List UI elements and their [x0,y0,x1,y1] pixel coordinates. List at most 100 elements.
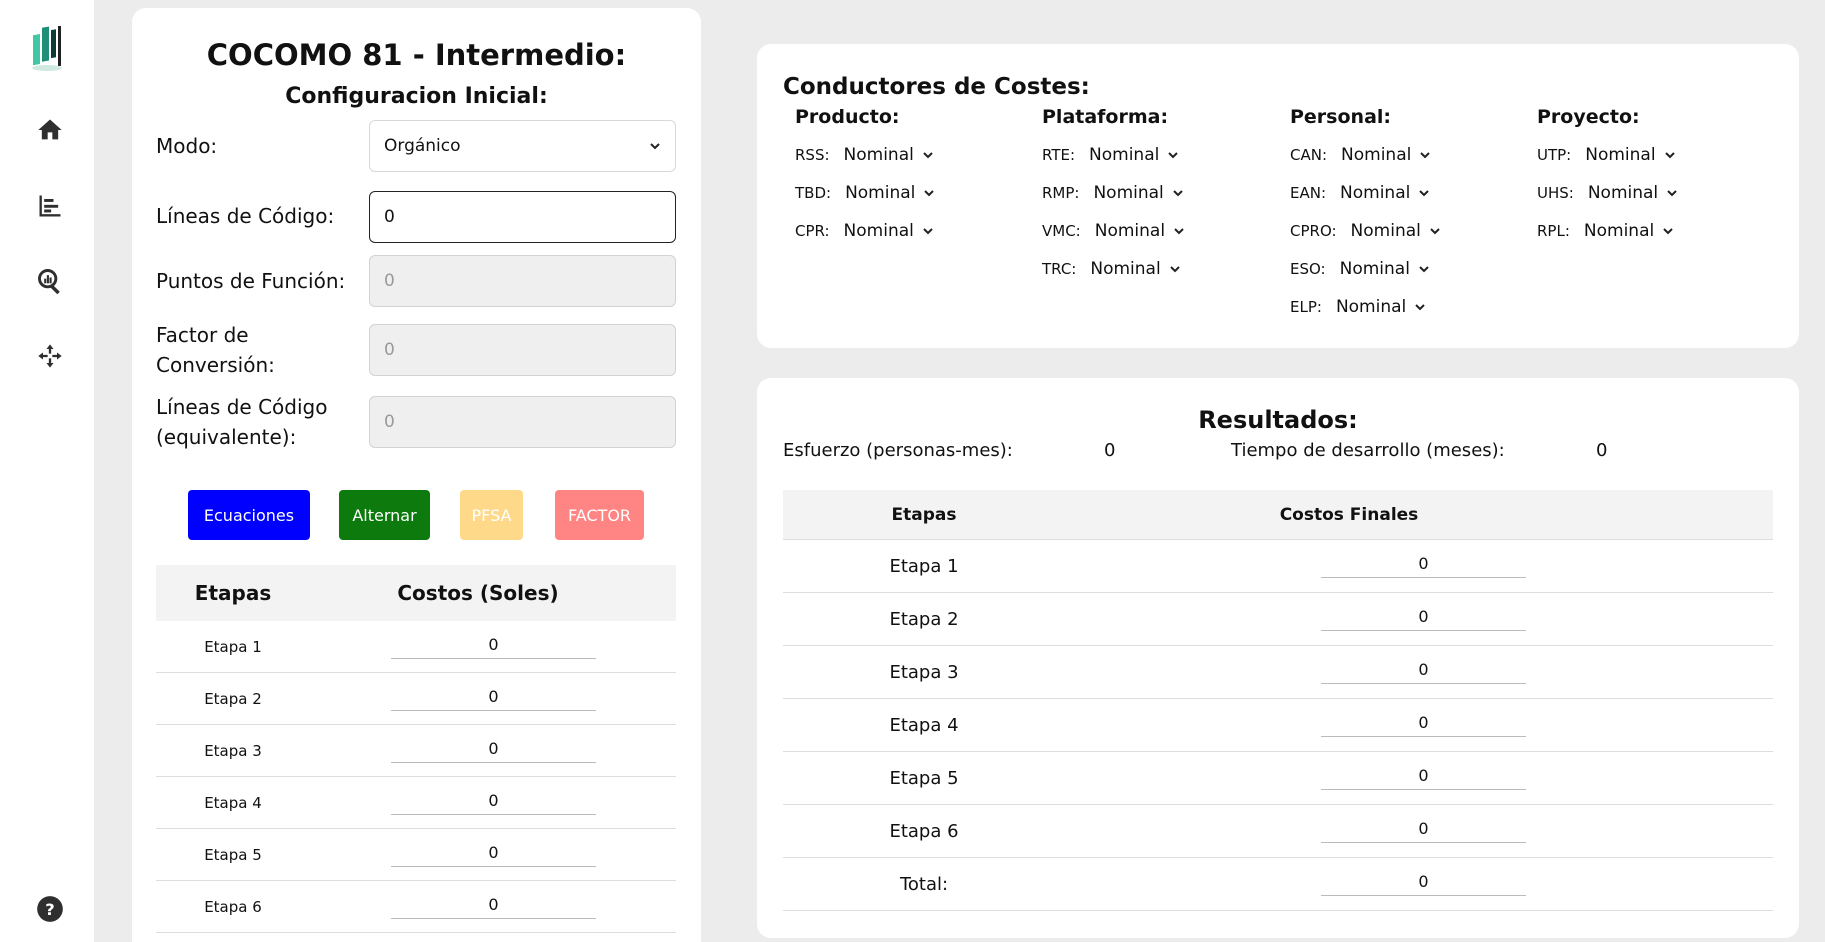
driver-select[interactable]: Nominal [1584,221,1674,241]
chevron-down-icon [1430,228,1440,235]
final-costs-header: Etapas Costos Finales [783,490,1773,540]
chevron-down-icon [923,152,933,159]
chevron-down-icon [1663,228,1673,235]
total-value: 0 [1321,872,1526,896]
table-row: Etapa 20 [783,593,1773,646]
costs-table-header: Etapas Costos (Soles) [156,565,676,621]
driver-select[interactable]: Nominal [1585,145,1675,165]
effort-value: 0 [1104,440,1116,461]
app-logo[interactable] [29,22,65,72]
loc-eq-input: 0 [369,396,676,448]
driver-select[interactable]: Nominal [1340,259,1430,279]
driver-select[interactable]: Nominal [844,145,934,165]
bar-list-icon[interactable] [34,190,66,222]
chevron-down-icon [1169,266,1180,273]
final-costs-table: Etapas Costos Finales Etapa 10 Etapa 20 … [783,490,1773,911]
chevron-down-icon [1664,152,1675,159]
time-value: 0 [1596,440,1608,461]
chevron-down-icon [1173,190,1183,197]
mode-label: Modo: [156,134,218,158]
header-final-costs: Costos Finales [1279,504,1419,525]
loc-label: Líneas de Código: [156,204,335,228]
results-title: Resultados: [1198,406,1358,434]
table-row: Etapa 10 [156,621,676,673]
sidebar: ? [0,0,94,942]
driver-rpl: RPL: Nominal [1537,212,1678,250]
header-stages: Etapas [891,504,957,525]
config-subtitle: Configuracion Inicial: [285,84,548,109]
driver-cpr: CPR: Nominal [795,212,935,250]
drivers-title: Conductores de Costes: [783,74,1090,100]
driver-select[interactable]: Nominal [1341,145,1431,165]
config-panel: COCOMO 81 - Intermedio: Configuracion In… [132,8,701,942]
driver-can: CAN: Nominal [1290,136,1441,174]
table-row: Etapa 50 [783,752,1773,805]
loc-input[interactable]: 0 [369,191,676,243]
chevron-down-icon [1419,190,1430,197]
chevron-down-icon [924,190,935,197]
fp-input: 0 [369,255,676,307]
chevron-down-icon [1420,152,1431,159]
driver-select[interactable]: Nominal [1093,183,1183,203]
driver-group-product: Producto: RSS: Nominal TBD: Nominal CPR: No… [795,106,935,250]
final-cost-value: 0 [1321,766,1526,790]
chevron-down-icon [650,143,660,150]
table-row: Etapa 30 [156,725,676,777]
driver-select[interactable]: Nominal [1090,259,1180,279]
driver-uhs: UHS: Nominal [1537,174,1678,212]
final-cost-value: 0 [1321,713,1526,737]
driver-cpro: CPRO: Nominal [1290,212,1441,250]
driver-eso: ESO: Nominal [1290,250,1441,288]
pfsa-button[interactable]: PFSA [460,490,523,540]
mode-select[interactable]: Orgánico [369,120,676,172]
search-chart-icon[interactable] [34,265,66,297]
driver-rmp: RMP: Nominal [1042,174,1185,212]
header-stages: Etapas [194,581,272,605]
driver-rss: RSS: Nominal [795,136,935,174]
table-row: Etapa 60 [783,805,1773,858]
driver-ean: EAN: Nominal [1290,174,1441,212]
table-row: Etapa 50 [156,829,676,881]
header-costs: Costos (Soles) [397,581,559,605]
driver-select[interactable]: Nominal [1351,221,1441,241]
driver-group-platform: Plataforma: RTE: Nominal RMP: Nominal VMC:… [1042,106,1185,288]
driver-utp: UTP: Nominal [1537,136,1678,174]
driver-select[interactable]: Nominal [1588,183,1678,203]
table-row: Etapa 10 [783,540,1773,593]
driver-select[interactable]: Nominal [1340,183,1430,203]
table-row: Etapa 40 [783,699,1773,752]
final-cost-value: 0 [1321,607,1526,631]
time-label: Tiempo de desarrollo (meses): [1231,440,1505,461]
driver-select[interactable]: Nominal [1095,221,1185,241]
table-row: Etapa 60 [156,881,676,933]
driver-select[interactable]: Nominal [844,221,934,241]
cost-value: 0 [391,895,596,919]
table-row: Etapa 40 [156,777,676,829]
final-cost-value: 0 [1321,819,1526,843]
results-panel: Resultados: Esfuerzo (personas-mes): 0 T… [757,378,1799,938]
driver-select[interactable]: Nominal [1336,297,1426,317]
loc-eq-label: Líneas de Código (equivalente): [156,395,328,449]
mode-value: Orgánico [384,136,461,156]
total-row: Total: 0 [783,858,1773,911]
factor-button[interactable]: FACTOR [555,490,644,540]
chevron-down-icon [1174,228,1184,235]
driver-select[interactable]: Nominal [845,183,935,203]
costs-table: Etapas Costos (Soles) Etapa 10 Etapa 20 … [156,565,676,933]
driver-group-project: Proyecto: UTP: Nominal UHS: Nominal RPL: No… [1537,106,1678,250]
toggle-button[interactable]: Alternar [339,490,430,540]
driver-elp: ELP: Nominal [1290,288,1441,326]
home-icon[interactable] [34,114,66,146]
arrows-icon[interactable] [34,340,66,372]
fp-label: Puntos de Función: [156,269,346,293]
help-icon[interactable]: ? [36,895,64,923]
driver-rte: RTE: Nominal [1042,136,1185,174]
cost-drivers-panel: Conductores de Costes: Producto: RSS: Nom… [757,44,1799,348]
factor-input: 0 [369,324,676,376]
cost-value: 0 [391,791,596,815]
driver-group-personnel: Personal: CAN: Nominal EAN: Nominal CPRO: N… [1290,106,1441,326]
equations-button[interactable]: Ecuaciones [188,490,310,540]
driver-select[interactable]: Nominal [1089,145,1179,165]
factor-label: Factor de Conversión: [156,323,275,377]
page-title: COCOMO 81 - Intermedio: [206,38,627,72]
